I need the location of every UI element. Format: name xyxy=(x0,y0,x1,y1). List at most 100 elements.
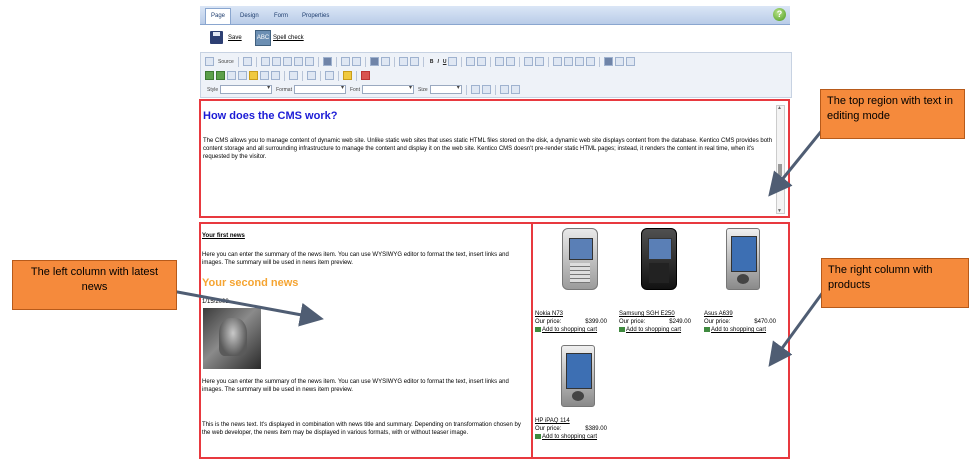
statue-image xyxy=(219,318,247,356)
paste-icon[interactable] xyxy=(282,57,292,66)
price-label: Our price: xyxy=(535,319,562,325)
divider xyxy=(490,56,492,67)
font-select[interactable] xyxy=(361,84,414,94)
cart-icon xyxy=(619,326,625,332)
background-color-icon[interactable] xyxy=(481,85,491,94)
special-char-icon[interactable] xyxy=(260,71,269,80)
news-summary: Here you can enter the summary of the ne… xyxy=(202,252,509,266)
star-icon[interactable] xyxy=(343,71,352,80)
news-summary: Here you can enter the summary of the ne… xyxy=(202,379,509,393)
paste-word-icon[interactable] xyxy=(304,57,314,66)
show-blocks-icon[interactable] xyxy=(510,85,520,94)
product-name-link[interactable]: Samsung SGH E250 xyxy=(619,310,709,318)
unlink-icon[interactable] xyxy=(615,57,625,66)
help-icon[interactable]: ? xyxy=(773,8,786,21)
product-name-link[interactable]: HP iPAQ 114 xyxy=(535,417,625,425)
region-scrollbar[interactable] xyxy=(776,105,785,214)
smiley-icon[interactable] xyxy=(249,71,258,80)
align-center-icon[interactable] xyxy=(564,57,574,66)
content-heading: How does the CMS work? xyxy=(203,110,338,122)
bold-button[interactable]: B xyxy=(430,59,434,65)
spellcheck-button[interactable]: Spell check xyxy=(273,31,304,45)
tab-properties[interactable]: Properties xyxy=(297,9,334,24)
copy-icon[interactable] xyxy=(271,57,281,66)
maximize-icon[interactable] xyxy=(499,85,509,94)
table-icon[interactable] xyxy=(227,71,236,80)
bulleted-list-icon[interactable] xyxy=(506,57,516,66)
replace-icon[interactable] xyxy=(380,57,390,66)
subscript-icon[interactable] xyxy=(466,57,476,66)
indent-icon[interactable] xyxy=(535,57,545,66)
horizontal-rule-icon[interactable] xyxy=(238,71,247,80)
tab-design[interactable]: Design xyxy=(235,9,264,24)
link-icon[interactable] xyxy=(604,57,614,66)
source-button[interactable]: Source xyxy=(218,59,234,65)
pda-image[interactable] xyxy=(726,228,760,290)
print-icon[interactable] xyxy=(322,57,332,66)
italic-button[interactable]: I xyxy=(437,59,438,65)
product-item: Asus A639 Our price: $470.00 Add to shopp… xyxy=(704,228,788,334)
quick-insert-icon[interactable] xyxy=(325,71,334,80)
add-to-cart-button[interactable]: Add to shopping cart xyxy=(704,326,788,334)
outdent-icon[interactable] xyxy=(524,57,534,66)
redo-icon[interactable] xyxy=(351,57,361,66)
style-select[interactable] xyxy=(220,84,273,94)
superscript-icon[interactable] xyxy=(477,57,487,66)
news-title-link[interactable]: Your first news xyxy=(202,233,245,239)
tab-form[interactable]: Form xyxy=(269,9,293,24)
spellcheck-icon[interactable]: ABC xyxy=(255,30,271,46)
undo-icon[interactable] xyxy=(340,57,350,66)
add-to-cart-label: Add to shopping cart xyxy=(626,327,682,333)
size-label: Size xyxy=(417,86,428,93)
font-label: Font xyxy=(349,86,360,93)
remove-format-icon[interactable] xyxy=(409,57,419,66)
add-to-cart-button[interactable]: Add to shopping cart xyxy=(535,326,625,334)
product-name-link[interactable]: Nokia N73 xyxy=(535,310,625,318)
save-button[interactable]: Save xyxy=(228,31,242,45)
news-date: 1/15/2008 xyxy=(202,299,229,305)
align-left-icon[interactable] xyxy=(553,57,563,66)
cut-icon[interactable] xyxy=(260,57,270,66)
callout-right-column: The right column with products xyxy=(821,258,969,308)
product-name-link[interactable]: Asus A639 xyxy=(704,310,788,318)
divider xyxy=(255,56,257,67)
page-break-icon[interactable] xyxy=(271,71,280,80)
inline-control-icon[interactable] xyxy=(289,71,298,80)
left-news-column: Your first news Here you can enter the s… xyxy=(199,222,534,459)
save-icon[interactable] xyxy=(210,31,223,44)
text-color-icon[interactable] xyxy=(470,85,480,94)
pda-image[interactable] xyxy=(561,345,595,407)
product-item: HP iPAQ 114 Our price: $389.00 Add to sho… xyxy=(535,345,625,441)
widget-icon[interactable] xyxy=(307,71,316,80)
preview-icon[interactable] xyxy=(242,57,252,66)
source-icon[interactable] xyxy=(205,57,214,66)
scrollbar-thumb[interactable] xyxy=(778,164,782,176)
youtube-icon[interactable] xyxy=(361,71,370,80)
align-right-icon[interactable] xyxy=(575,57,585,66)
underline-button[interactable]: U xyxy=(443,59,447,65)
select-all-icon[interactable] xyxy=(398,57,408,66)
tab-bar: Page Design Form Properties ? xyxy=(200,6,790,25)
size-select[interactable] xyxy=(429,84,462,94)
phone-image[interactable] xyxy=(562,228,598,290)
media-icon[interactable] xyxy=(216,71,225,80)
price-value: $399.00 xyxy=(585,319,607,325)
add-to-cart-button[interactable]: Add to shopping cart xyxy=(535,433,625,441)
align-justify-icon[interactable] xyxy=(586,57,596,66)
add-to-cart-label: Add to shopping cart xyxy=(542,434,598,440)
anchor-icon[interactable] xyxy=(626,57,636,66)
add-to-cart-button[interactable]: Add to shopping cart xyxy=(619,326,709,334)
divider xyxy=(356,70,357,81)
phone-image[interactable] xyxy=(641,228,677,290)
add-to-cart-label: Add to shopping cart xyxy=(542,327,598,333)
style-label: Style xyxy=(207,86,219,93)
divider xyxy=(465,84,467,95)
numbered-list-icon[interactable] xyxy=(495,57,505,66)
paste-text-icon[interactable] xyxy=(293,57,303,66)
format-select[interactable] xyxy=(293,84,346,94)
top-editable-region[interactable]: How does the CMS work? The CMS allows yo… xyxy=(199,99,790,218)
strikethrough-icon[interactable] xyxy=(448,57,458,66)
find-icon[interactable] xyxy=(369,57,379,66)
tab-page[interactable]: Page xyxy=(205,8,232,24)
image-icon[interactable] xyxy=(205,71,214,80)
